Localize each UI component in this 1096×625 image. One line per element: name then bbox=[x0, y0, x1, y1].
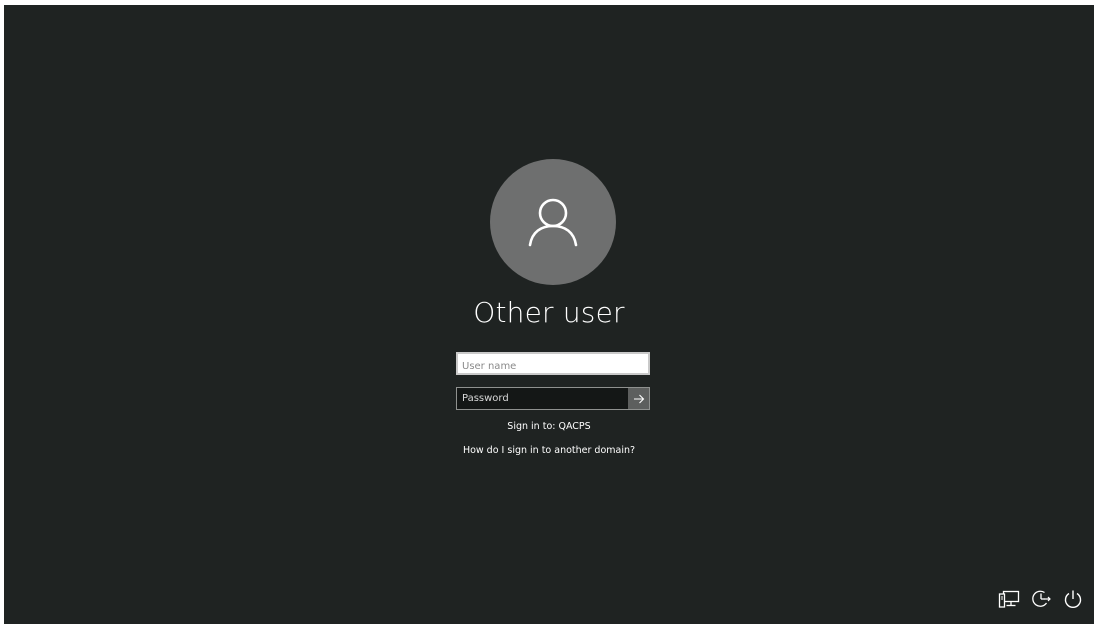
sign-in-domain-label: Sign in to: QACPS bbox=[507, 421, 591, 432]
other-domain-link[interactable]: How do I sign in to another domain? bbox=[4, 445, 1094, 456]
arrow-right-icon bbox=[633, 394, 644, 403]
power-button[interactable] bbox=[1062, 588, 1084, 610]
username-input[interactable] bbox=[458, 357, 648, 376]
network-button[interactable] bbox=[998, 588, 1020, 610]
power-icon bbox=[1064, 590, 1082, 608]
user-name-heading: Other user bbox=[473, 296, 625, 329]
username-field-container bbox=[456, 352, 650, 376]
user-avatar bbox=[490, 159, 616, 285]
person-icon bbox=[528, 198, 578, 247]
lock-screen: Other user Sign in to: QACPS How do I si… bbox=[4, 5, 1094, 624]
ease-of-access-icon bbox=[1032, 590, 1051, 607]
network-icon bbox=[998, 590, 1020, 608]
submit-button[interactable] bbox=[628, 388, 649, 409]
ease-of-access-button[interactable] bbox=[1030, 588, 1052, 610]
password-input[interactable] bbox=[457, 388, 628, 409]
password-field-container bbox=[456, 387, 650, 410]
